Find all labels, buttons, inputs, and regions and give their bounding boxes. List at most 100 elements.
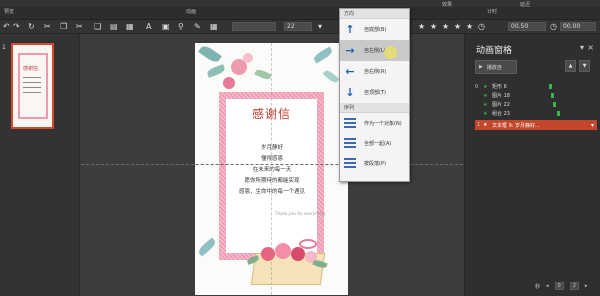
copy-icon[interactable]: ❐ — [60, 22, 67, 31]
menu-item-label: 作为一个对象(N) — [364, 120, 402, 127]
chevron-down-icon[interactable]: ▾ — [580, 43, 584, 52]
link-icon[interactable]: ⚲ — [178, 22, 184, 31]
timing-bar — [549, 84, 552, 89]
direction-from-left[interactable]: → 自左侧(L) — [340, 40, 409, 61]
clock-icon-2: ◷ — [550, 22, 557, 31]
pen-icon[interactable]: ✎ — [194, 22, 201, 31]
poem-line: 在未来的每一天 — [252, 167, 292, 173]
thumb-title: 感谢信 — [23, 66, 39, 72]
page-value[interactable]: 0 — [554, 282, 564, 290]
delay-input[interactable]: 00.00 — [560, 22, 596, 31]
by-paragraph-icon — [344, 158, 356, 168]
move-up-button[interactable]: ▲ — [565, 60, 576, 72]
flower-decoration-5 — [275, 243, 291, 259]
ribbon-effect-label[interactable]: 效果 — [442, 1, 452, 8]
poem-textbox[interactable]: 岁月静好 懂得感恩 在未来的每一天 愿你所期待的都能实现 感恩，生命中的每一个遇… — [217, 143, 327, 198]
animation-pane-title: 动画窗格 — [476, 46, 513, 56]
close-icon[interactable]: × — [587, 43, 594, 52]
ribbon-group-animation: 动画 — [186, 9, 197, 15]
effect-star-icon: ★ — [483, 92, 488, 99]
animation-index: 0 — [475, 83, 479, 90]
mouse-cursor-highlight — [384, 46, 397, 59]
leaf-decoration-2 — [206, 64, 226, 78]
duration-input[interactable]: 00.50 — [508, 22, 546, 31]
menu-item-label: 自顶部(T) — [364, 90, 386, 96]
star-icon-4[interactable]: ★ — [454, 22, 461, 31]
slide-number: 1 — [2, 44, 6, 51]
play-from-button[interactable]: ▶ 播放自 — [475, 60, 517, 74]
star-icon[interactable]: ★ — [418, 22, 425, 31]
redo-icon[interactable]: ↷ — [13, 22, 20, 31]
slide-thumbnail[interactable]: 感谢信 — [11, 43, 54, 129]
animation-item[interactable]: ★ 图片 22 — [475, 100, 597, 109]
page-total[interactable]: 2 — [569, 282, 579, 290]
menu-item-label: 自底部(B) — [364, 27, 387, 33]
poem-line: 愿你所期待的都能实现 — [244, 178, 300, 184]
clock-icon: ◷ — [478, 22, 485, 31]
paste-icon[interactable]: ❑ — [94, 22, 101, 31]
image-icon[interactable]: ▣ — [162, 22, 170, 31]
duration-value: 00.50 — [511, 23, 529, 30]
flower-decoration-2 — [243, 53, 253, 63]
sequence-header: 序列 — [340, 103, 409, 113]
animation-item[interactable]: ★ 组合 23 — [475, 109, 597, 118]
star-icon-3[interactable]: ★ — [442, 22, 449, 31]
chevron-down-icon[interactable]: ▾ — [318, 22, 322, 31]
animation-list: 0 ★ 矩形 6 ★ 图片 18 ★ 图片 22 ★ 组合 23 1 ★ 文本框… — [475, 82, 597, 130]
sequence-all-at-once[interactable]: 全部一起(A) — [340, 133, 409, 153]
leaf-decoration-6 — [196, 237, 218, 257]
ribbon-bow — [299, 239, 317, 249]
leaf-decoration-3 — [254, 67, 272, 82]
ribbon: 预览 动画 计时 效果 延迟 — [0, 0, 600, 20]
cut-icon-2[interactable]: ✂ — [76, 22, 83, 31]
chevron-left-icon[interactable]: ◂ — [546, 283, 549, 289]
flower-decoration-3 — [223, 77, 235, 89]
flower-decoration-6 — [291, 247, 305, 261]
ribbon-group-preview: 预览 — [4, 9, 15, 15]
animation-name: 文本框 9: 岁月静好... — [492, 122, 540, 129]
text-icon[interactable]: A — [146, 22, 151, 31]
direction-header: 方向 — [340, 9, 409, 19]
format-icon[interactable]: ▤ — [110, 22, 118, 31]
animation-name: 图片 18 — [492, 93, 510, 99]
slide-thumbnail-panel: 1 感谢信 — [0, 34, 80, 296]
animation-pane: 动画窗格 ▾ × ▶ 播放自 ▲ ▼ 0 ★ 矩形 6 ★ 图片 18 ★ 图片… — [464, 34, 600, 296]
undo-icon[interactable]: ↶ — [3, 22, 10, 31]
animation-item[interactable]: ★ 图片 18 — [475, 91, 597, 100]
menu-item-label: 按段落(P) — [364, 160, 386, 167]
sequence-by-paragraph[interactable]: 按段落(P) — [340, 153, 409, 173]
effect-star-icon: ★ — [483, 101, 488, 108]
shape-icon[interactable]: ▦ — [126, 22, 134, 31]
direction-from-bottom[interactable]: ↑ 自底部(B) — [340, 19, 409, 40]
animation-item-selected[interactable]: 1 ★ 文本框 9: 岁月静好... ▾ — [475, 120, 597, 130]
animation-name: 图片 22 — [492, 102, 510, 108]
star-icon-2[interactable]: ★ — [430, 22, 437, 31]
animation-name: 矩形 6 — [492, 84, 507, 90]
cut-icon[interactable]: ✂ — [44, 22, 51, 31]
animation-name: 组合 23 — [492, 111, 510, 117]
font-family-dropdown[interactable] — [232, 22, 276, 31]
effect-star-icon: ★ — [483, 122, 488, 128]
sequence-as-one-object[interactable]: 作为一个对象(N) — [340, 113, 409, 133]
menu-item-label: 全部一起(A) — [364, 140, 392, 147]
move-down-button[interactable]: ▼ — [579, 60, 590, 72]
animation-item[interactable]: 0 ★ 矩形 6 — [475, 82, 597, 91]
effect-star-icon: ★ — [483, 83, 488, 90]
ribbon-topbar — [0, 0, 600, 7]
direction-from-right[interactable]: ← 自右侧(R) — [340, 61, 409, 82]
star-icon-5[interactable]: ★ — [466, 22, 473, 31]
leaf-decoration-4 — [312, 46, 334, 64]
ribbon-group-timing: 计时 — [487, 9, 498, 15]
select-icon[interactable]: ▦ — [210, 22, 218, 31]
direction-from-top[interactable]: ↓ 自顶部(T) — [340, 82, 409, 103]
font-size-dropdown[interactable]: 22 — [284, 22, 312, 31]
refresh-icon[interactable]: ↻ — [28, 22, 35, 31]
leaf-decoration-5 — [322, 68, 340, 85]
menu-item-label: 自右侧(R) — [364, 69, 387, 75]
flower-decoration-4 — [261, 247, 275, 261]
chevron-right-icon[interactable]: ▸ — [585, 283, 588, 289]
seconds-label: 秒 — [535, 283, 541, 290]
vertical-guide — [271, 43, 272, 295]
timing-bar — [557, 111, 560, 116]
chevron-down-icon[interactable]: ▾ — [591, 122, 594, 129]
